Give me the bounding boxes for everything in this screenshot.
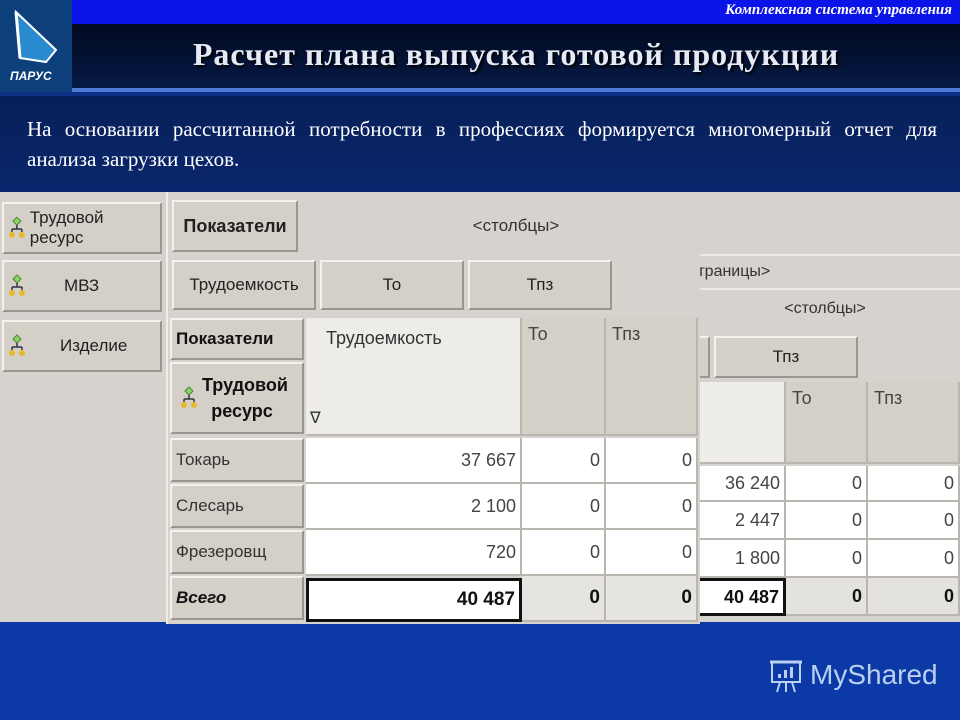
back-cell[interactable]: 0 xyxy=(868,540,960,578)
columns-area[interactable]: <столбцы> xyxy=(690,292,960,326)
column-header-labor-intensity[interactable]: Трудоемкость ∇ xyxy=(306,318,522,436)
tagline: Комплексная система управления xyxy=(725,2,952,18)
table-cell[interactable]: 720 xyxy=(306,530,522,576)
watermark-text: MyShared xyxy=(810,659,938,690)
table-cell[interactable]: 0 xyxy=(606,484,698,530)
total-cell[interactable]: 40 487 xyxy=(306,578,522,622)
top-strip: Комплексная система управления xyxy=(72,0,960,24)
back-cell[interactable]: 0 xyxy=(868,502,960,540)
back-total-cell[interactable]: 0 xyxy=(868,578,960,616)
columns-area[interactable]: <столбцы> xyxy=(302,200,700,252)
column-button-labor-intensity[interactable]: Трудоемкость xyxy=(172,260,316,310)
hierarchy-icon xyxy=(9,334,25,356)
description-text: На основании рассчитанной потребности в … xyxy=(27,117,937,171)
column-button-tpz[interactable]: Тпз xyxy=(468,260,612,310)
table-cell[interactable]: 0 xyxy=(522,438,606,484)
title-bar: Расчет плана выпуска готовой продукции xyxy=(72,24,960,88)
back-cell[interactable]: 0 xyxy=(786,466,868,502)
row-header[interactable]: Слесарь xyxy=(170,484,304,528)
row-dimension-button[interactable]: Трудовой ресурс xyxy=(170,362,304,434)
presentation-board-icon xyxy=(770,660,802,693)
hierarchy-icon xyxy=(9,274,25,296)
total-cell[interactable]: 0 xyxy=(606,576,698,622)
column-button-to[interactable]: То xyxy=(320,260,464,310)
title-divider-2 xyxy=(0,92,960,96)
row-header[interactable]: Токарь xyxy=(170,438,304,482)
column-header-tpz[interactable]: Тпз xyxy=(606,318,698,436)
corner-header[interactable]: Показатели xyxy=(170,318,304,360)
watermark: MyShared xyxy=(768,656,938,694)
table-cell[interactable]: 0 xyxy=(522,530,606,576)
slide-title: Расчет плана выпуска готовой продукции xyxy=(192,36,840,72)
row-header[interactable]: Фрезеровщ xyxy=(170,530,304,574)
back-cell[interactable]: 2 447 xyxy=(690,502,786,540)
back-cell[interactable]: 0 xyxy=(786,540,868,578)
back-cell[interactable]: 1 800 xyxy=(690,540,786,578)
column-button-tpz[interactable]: Тпз xyxy=(714,336,858,378)
total-cell[interactable]: 0 xyxy=(522,576,606,622)
parus-sail-logo-icon: ПАРУС xyxy=(10,9,58,83)
back-header-blank xyxy=(690,382,786,464)
back-total-cell[interactable]: 0 xyxy=(786,578,868,616)
total-row-header[interactable]: Всего xyxy=(170,576,304,620)
logo-text: ПАРУС xyxy=(10,69,52,83)
columns-area-label: <столбцы> xyxy=(472,216,560,235)
table-cell[interactable]: 37 667 xyxy=(306,438,522,484)
back-cell[interactable]: 0 xyxy=(868,466,960,502)
table-cell[interactable]: 0 xyxy=(606,530,698,576)
table-cell[interactable]: 0 xyxy=(522,484,606,530)
dimension-item-mvz[interactable]: МВЗ xyxy=(2,260,162,312)
filter-marker-icon[interactable]: ∇ xyxy=(310,408,321,428)
dimension-item-product[interactable]: Изделие xyxy=(2,320,162,372)
back-header-tpz[interactable]: Тпз xyxy=(868,382,960,464)
filter-button-indicators[interactable]: Показатели xyxy=(172,200,298,252)
dimension-item-labor-resource[interactable]: Трудовой ресурс xyxy=(2,202,162,254)
back-report-window: <страницы> <столбцы> Тпз То Тпз 36 240 0… xyxy=(680,192,960,622)
back-cell[interactable]: 36 240 xyxy=(690,466,786,502)
logo: ПАРУС xyxy=(0,0,72,96)
table-cell[interactable]: 2 100 xyxy=(306,484,522,530)
pages-area[interactable]: <страницы> xyxy=(680,254,960,290)
front-report-window: Показатели <столбцы> Трудоемкость То Тпз… xyxy=(166,192,700,624)
table-cell[interactable]: 0 xyxy=(606,438,698,484)
columns-area-label: <столбцы> xyxy=(784,300,866,317)
hierarchy-icon xyxy=(181,386,197,408)
dimension-panel: Трудовой ресурс МВЗ Изделие xyxy=(0,192,166,622)
back-cell[interactable]: 0 xyxy=(786,502,868,540)
column-header-to[interactable]: То xyxy=(522,318,606,436)
hierarchy-icon xyxy=(8,216,25,238)
back-total-cell[interactable]: 40 487 xyxy=(690,578,786,616)
back-header-to[interactable]: То xyxy=(786,382,868,464)
